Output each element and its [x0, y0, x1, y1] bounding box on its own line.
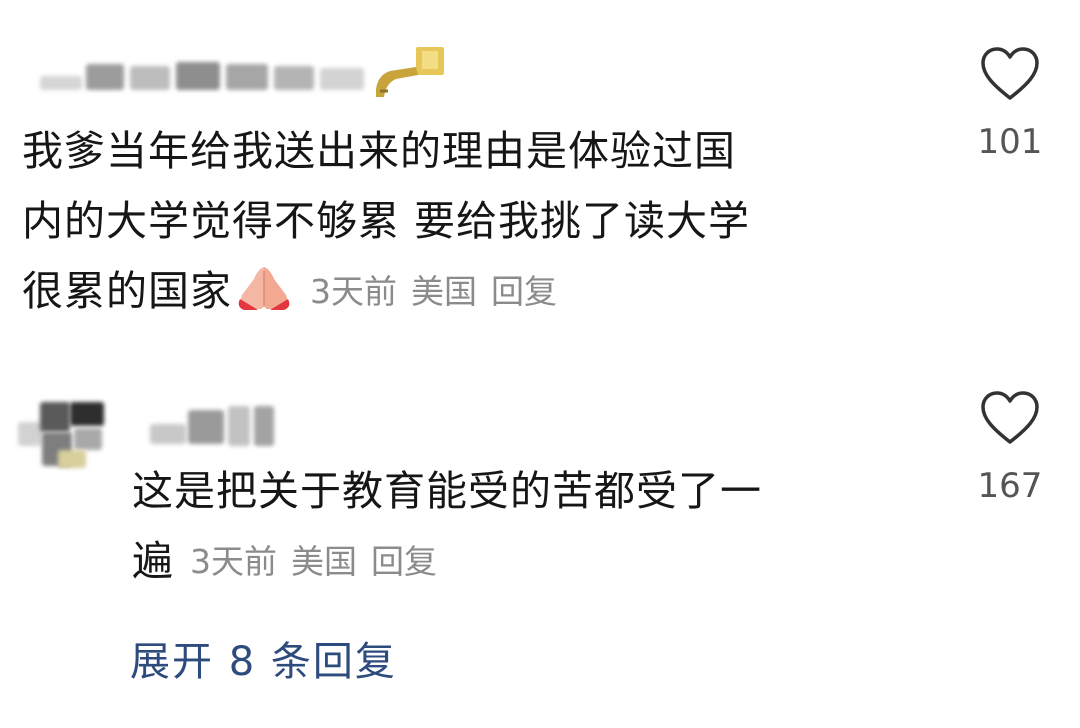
folded-hands-icon	[238, 267, 290, 310]
comment-2-like-count: 167	[977, 466, 1043, 506]
comment-1-line-2: 内的大学觉得不够累 要给我挑了读大学	[22, 197, 751, 245]
comment-2-line-2: 遍 3天前 美国 回复	[132, 537, 437, 585]
comment-1-like[interactable]: 101	[960, 46, 1060, 162]
comment-1-reply-button[interactable]: 回复	[491, 272, 557, 311]
heart-icon[interactable]	[980, 46, 1040, 102]
comment-1-like-count: 101	[977, 122, 1043, 162]
avatar[interactable]	[18, 400, 108, 470]
comment-2-text: 这是把关于教育能受的苦都受了一 遍 3天前 美国 回复	[132, 456, 762, 597]
key-icon	[376, 47, 444, 97]
comment-1-time: 3天前	[310, 272, 397, 311]
comment-2-reply-button[interactable]: 回复	[371, 542, 437, 581]
comment-2-time: 3天前	[190, 542, 277, 581]
comment-1-location: 美国	[411, 272, 477, 311]
comment-2-meta: 3天前 美国 回复	[174, 542, 437, 581]
username-blurred[interactable]	[150, 402, 290, 448]
comment-1-line-1: 我爹当年给我送出来的理由是体验过国	[22, 127, 736, 175]
comment-1-line-3: 很累的国家 3天前 美国 回复	[22, 267, 557, 315]
expand-replies-button[interactable]: 展开 8 条回复	[130, 632, 397, 692]
comment-2-line-1: 这是把关于教育能受的苦都受了一	[132, 467, 762, 515]
comment-2-like[interactable]: 167	[960, 390, 1060, 506]
heart-icon[interactable]	[980, 390, 1040, 446]
comment-1-meta: 3天前 美国 回复	[294, 272, 557, 311]
comment-2-location: 美国	[291, 542, 357, 581]
comment-1-text: 我爹当年给我送出来的理由是体验过国 内的大学觉得不够累 要给我挑了读大学 很累的…	[22, 116, 750, 327]
